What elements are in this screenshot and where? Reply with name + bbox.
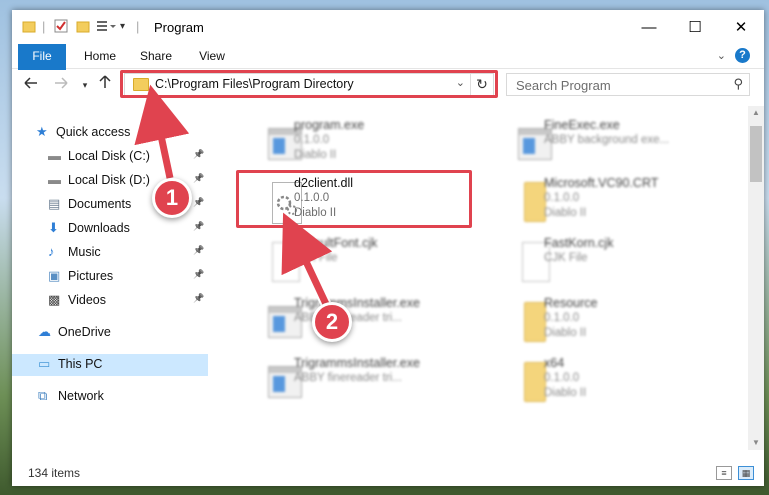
arrow-2 xyxy=(281,212,333,306)
annotation-arrows xyxy=(134,84,333,307)
step-1-badge: 1 xyxy=(152,178,192,218)
step-2-badge: 2 xyxy=(312,302,352,342)
